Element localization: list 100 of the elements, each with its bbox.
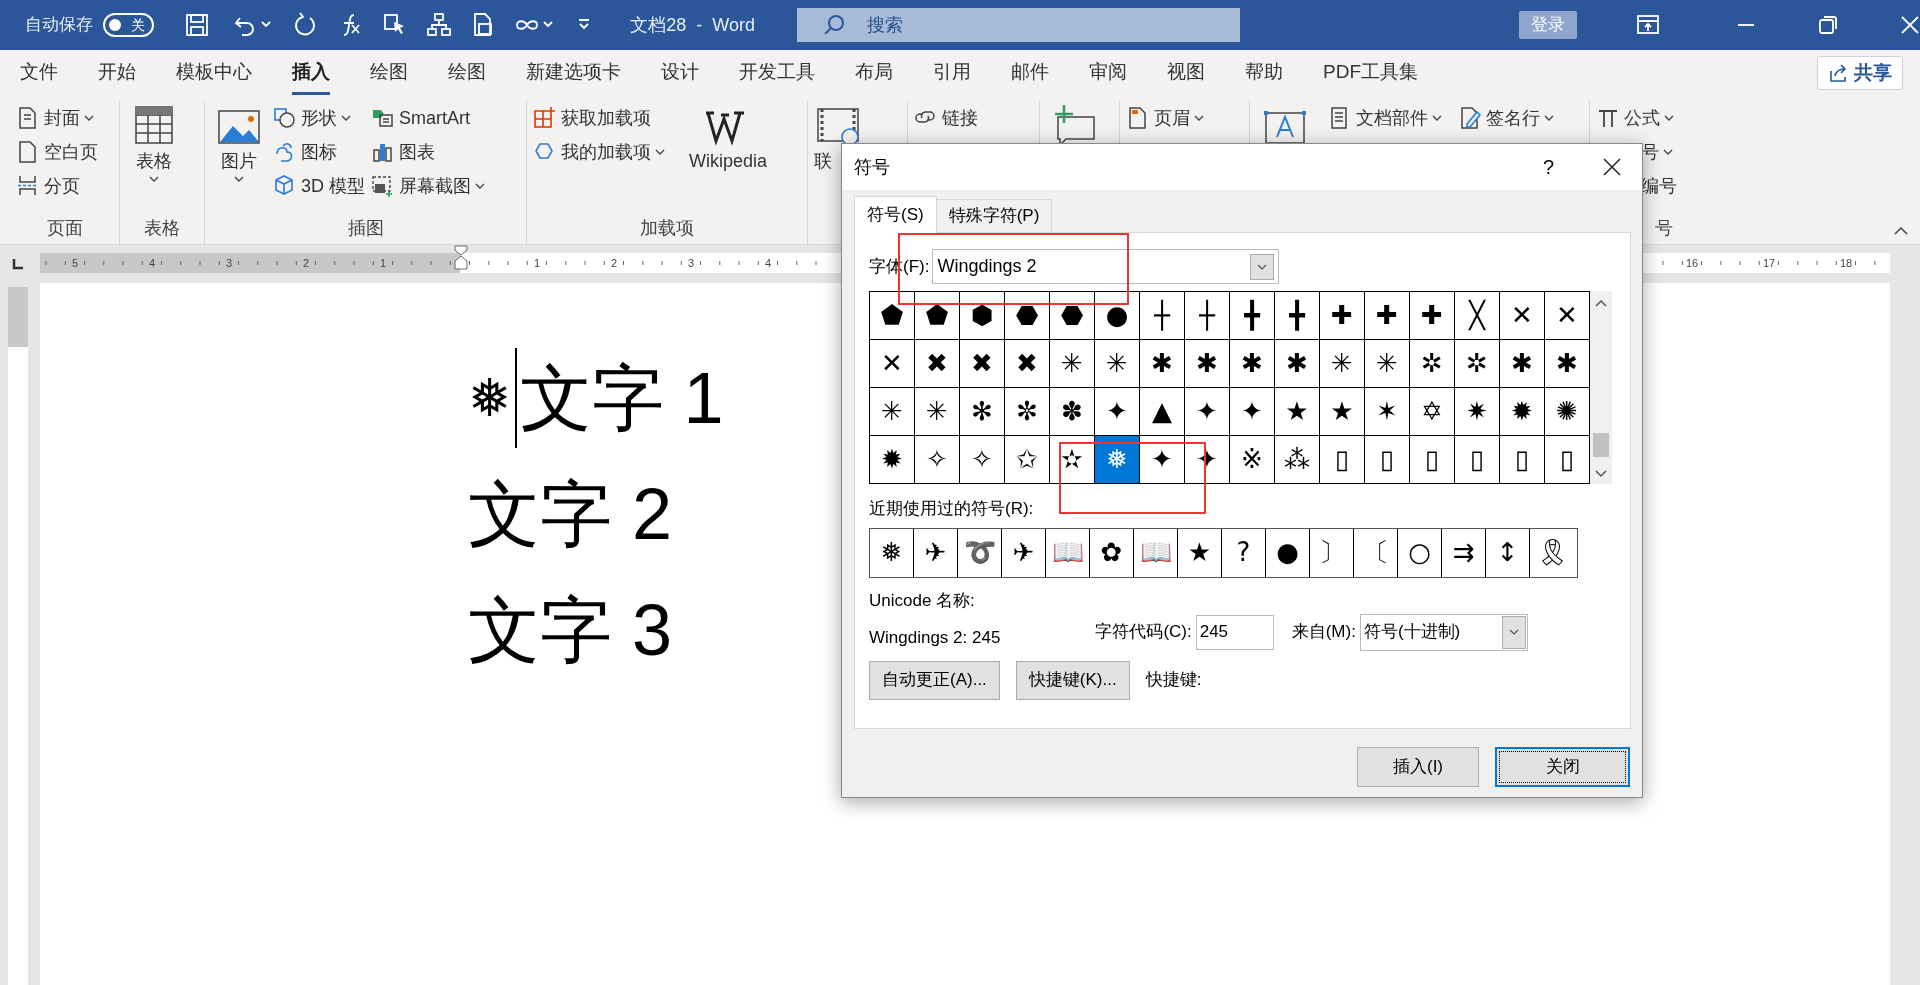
symbol-cell[interactable]: ✶: [1365, 388, 1410, 436]
symbol-cell[interactable]: ⬟: [915, 292, 960, 340]
close-icon[interactable]: [1602, 157, 1622, 177]
symbol-cell[interactable]: ✱: [1185, 340, 1230, 388]
symbol-cell[interactable]: ⬟: [870, 292, 915, 340]
scrollbar[interactable]: [1590, 291, 1612, 484]
symbol-cell[interactable]: ⬣: [1005, 292, 1050, 340]
ribbon-button[interactable]: 文档部件: [1328, 101, 1442, 135]
symbol-cell[interactable]: ✲: [1455, 340, 1500, 388]
ribbon-button[interactable]: 封面: [16, 101, 98, 135]
recent-symbol[interactable]: 🎗: [1530, 528, 1574, 577]
symbol-cell[interactable]: ┼: [1185, 292, 1230, 340]
font-dropdown[interactable]: Wingdings 2: [932, 249, 1280, 284]
ribbon-tab[interactable]: 新建选项卡: [526, 50, 621, 95]
ribbon-button[interactable]: 链接: [914, 101, 978, 135]
ribbon-tab[interactable]: 引用: [933, 50, 971, 95]
share-button[interactable]: 共享: [1817, 56, 1903, 90]
symbol-cell[interactable]: ⁂: [1275, 436, 1320, 484]
ribbon-tab[interactable]: 视图: [1167, 50, 1205, 95]
ribbon-display-icon[interactable]: [1637, 15, 1659, 35]
symbol-cell[interactable]: ✦: [1185, 388, 1230, 436]
ribbon-button[interactable]: 签名行: [1458, 101, 1554, 135]
save-icon[interactable]: [184, 12, 211, 38]
symbol-cell[interactable]: ▲: [1140, 388, 1185, 436]
symbol-cell[interactable]: ✱: [1275, 340, 1320, 388]
ribbon-button[interactable]: 3D 模型: [273, 169, 365, 203]
ribbon-button[interactable]: 形状: [273, 101, 365, 135]
symbol-cell[interactable]: ✷: [1455, 388, 1500, 436]
ribbon-button[interactable]: 空白页: [16, 135, 98, 169]
ribbon-tab[interactable]: 模板中心: [176, 50, 252, 95]
hierarchy-icon[interactable]: [426, 12, 453, 38]
ribbon-tab[interactable]: 审阅: [1089, 50, 1127, 95]
close-button[interactable]: 关闭: [1495, 747, 1630, 787]
symbol-cell[interactable]: ▯: [1320, 436, 1365, 484]
symbol-cell[interactable]: ✺: [1545, 388, 1590, 436]
ribbon-button[interactable]: 我的加载项: [533, 135, 665, 169]
symbol-cell[interactable]: ✚: [1410, 292, 1455, 340]
symbol-cell[interactable]: ▯: [1365, 436, 1410, 484]
symbol-cell[interactable]: ●: [1095, 292, 1140, 340]
ribbon-tab[interactable]: 邮件: [1011, 50, 1049, 95]
symbol-cell[interactable]: ⬣: [1050, 292, 1095, 340]
symbol-cell[interactable]: ✦: [1230, 388, 1275, 436]
dialog-tab[interactable]: 符号(S): [854, 196, 937, 233]
symbol-cell[interactable]: ✳: [1320, 340, 1365, 388]
ribbon-button[interactable]: 图片: [211, 101, 267, 183]
symbol-cell[interactable]: ✱: [1545, 340, 1590, 388]
scroll-down-icon[interactable]: [1595, 470, 1607, 478]
symbol-cell[interactable]: ✕: [1545, 292, 1590, 340]
ribbon-tab[interactable]: 绘图: [448, 50, 486, 95]
restore-icon[interactable]: [1818, 15, 1838, 35]
symbol-cell[interactable]: ✲: [1410, 340, 1455, 388]
symbol-cell[interactable]: ✚: [1320, 292, 1365, 340]
ribbon-button[interactable]: Wikipedia: [685, 101, 772, 173]
symbol-cell[interactable]: ✖: [1005, 340, 1050, 388]
symbol-cell[interactable]: ✧: [915, 436, 960, 484]
ribbon-button[interactable]: 公式: [1596, 101, 1677, 135]
symbol-cell[interactable]: ▯: [1455, 436, 1500, 484]
symbol-cell[interactable]: ✽: [1050, 388, 1095, 436]
symbol-cell[interactable]: ✡: [1410, 388, 1455, 436]
symbol-cell[interactable]: ▯: [1500, 436, 1545, 484]
ribbon-tab[interactable]: 开发工具: [739, 50, 815, 95]
symbol-cell[interactable]: ┼: [1140, 292, 1185, 340]
symbol-cell[interactable]: ✳: [1050, 340, 1095, 388]
shortcut-key-button[interactable]: 快捷键(K)...: [1015, 660, 1130, 700]
ribbon-button[interactable]: SmartArt: [371, 101, 485, 135]
help-button[interactable]: ?: [1542, 152, 1554, 182]
indent-marker-icon[interactable]: [454, 245, 468, 271]
symbol-cell[interactable]: ✩: [1005, 436, 1050, 484]
ribbon-button[interactable]: 图表: [371, 135, 485, 169]
search-field[interactable]: 搜索: [796, 8, 1240, 42]
symbol-cell[interactable]: ★: [1320, 388, 1365, 436]
char-code-field[interactable]: 245: [1195, 614, 1274, 650]
autosave-toggle[interactable]: 关: [103, 13, 155, 37]
ribbon-tab[interactable]: 布局: [855, 50, 893, 95]
symbol-cell[interactable]: ✳: [1365, 340, 1410, 388]
ribbon-tab[interactable]: 帮助: [1245, 50, 1283, 95]
symbol-cell[interactable]: ✳: [1095, 340, 1140, 388]
ruler-corner-icon[interactable]: [10, 256, 26, 272]
dialog-tab[interactable]: 特殊字符(P): [936, 199, 1053, 232]
ribbon-button[interactable]: 图标: [273, 135, 365, 169]
from-dropdown[interactable]: 符号(十进制): [1359, 613, 1528, 651]
symbol-cell[interactable]: ★: [1275, 388, 1320, 436]
symbol-cell[interactable]: ✹: [870, 436, 915, 484]
symbol-cell[interactable]: ✳: [915, 388, 960, 436]
symbol-cell[interactable]: ✦: [1095, 388, 1140, 436]
symbol-cell[interactable]: ✹: [1500, 388, 1545, 436]
symbol-cell[interactable]: ✻: [960, 388, 1005, 436]
symbol-cell[interactable]: ╋: [1275, 292, 1320, 340]
scroll-up-icon[interactable]: [1595, 299, 1607, 307]
symbol-cell[interactable]: ╳: [1455, 292, 1500, 340]
symbol-cell[interactable]: ✕: [1500, 292, 1545, 340]
symbol-cell[interactable]: ✖: [915, 340, 960, 388]
symbol-cell[interactable]: ✧: [960, 436, 1005, 484]
symbol-cell[interactable]: ⬢: [960, 292, 1005, 340]
ribbon-button[interactable]: 表格: [126, 101, 182, 183]
symbol-cell[interactable]: ❅: [1095, 436, 1140, 484]
ribbon-tab[interactable]: 设计: [661, 50, 699, 95]
ribbon-button[interactable]: 分页: [16, 169, 98, 203]
symbol-cell[interactable]: ▯: [1545, 436, 1590, 484]
symbol-cell[interactable]: ✚: [1365, 292, 1410, 340]
